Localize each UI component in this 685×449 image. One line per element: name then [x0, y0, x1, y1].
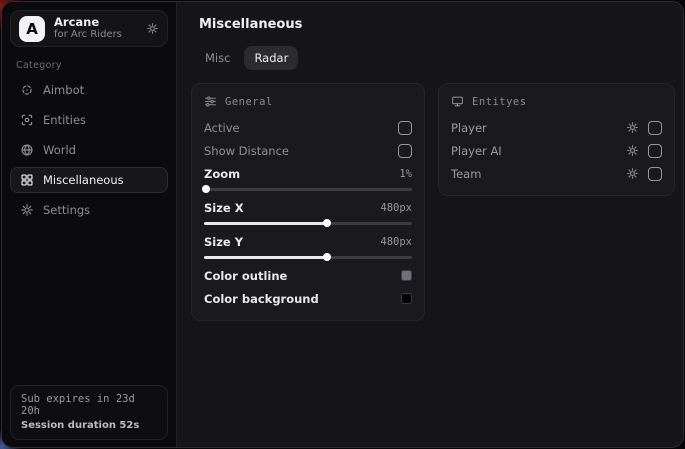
entities-panel-header: Entityes: [451, 95, 662, 108]
color-background-label: Color background: [204, 292, 401, 306]
brand-title: Arcane: [54, 16, 137, 29]
sidebar-item-label: Settings: [43, 203, 90, 217]
entity-scan-icon: [20, 113, 34, 127]
team-gear-icon[interactable]: [626, 167, 639, 180]
sidebar-item-settings[interactable]: Settings: [10, 197, 168, 223]
active-label: Active: [204, 121, 398, 135]
team-checkbox[interactable]: [648, 167, 662, 181]
zoom-slider-thumb[interactable]: [202, 185, 210, 193]
brand-card: A Arcane for Arc Riders: [10, 10, 168, 47]
color-background-swatch[interactable]: [401, 293, 412, 304]
player-checkbox[interactable]: [648, 121, 662, 135]
tab-bar: Misc Radar: [195, 46, 675, 70]
gear-icon: [20, 203, 34, 217]
size-x-slider[interactable]: [204, 218, 412, 228]
sidebar-item-world[interactable]: World: [10, 137, 168, 163]
brand-logo: A: [19, 16, 45, 42]
zoom-slider-track: [204, 188, 412, 191]
globe-icon: [20, 143, 34, 157]
sidebar-item-entities[interactable]: Entities: [10, 107, 168, 133]
color-outline-swatch[interactable]: [401, 270, 412, 281]
size-y-value: 480px: [380, 236, 412, 248]
row-color-background: Color background: [204, 288, 412, 309]
sidebar-item-aimbot[interactable]: Aimbot: [10, 77, 168, 103]
main-content: Miscellaneous Misc Radar General: [177, 2, 684, 447]
sliders-icon: [204, 95, 217, 108]
page-title: Miscellaneous: [199, 17, 675, 32]
zoom-slider[interactable]: [204, 184, 412, 194]
sidebar-item-label: Entities: [43, 113, 86, 127]
sub-expires-text: Sub expires in 23d 20h: [21, 393, 157, 417]
row-player: Player: [451, 117, 662, 138]
size-y-slider-track: [204, 256, 412, 259]
size-y-slider[interactable]: [204, 252, 412, 262]
player-ai-label: Player AI: [451, 144, 626, 158]
entities-panel: Entityes Player Player AI: [438, 83, 675, 196]
row-show-distance: Show Distance: [204, 140, 412, 161]
zoom-value: 1%: [399, 168, 412, 180]
row-team: Team: [451, 163, 662, 184]
row-size-x: Size X 480px: [204, 197, 412, 218]
general-panel-header: General: [204, 95, 412, 108]
row-active: Active: [204, 117, 412, 138]
general-panel: General Active Show Distance Zoom 1%: [191, 83, 425, 321]
row-color-outline: Color outline: [204, 265, 412, 286]
brand-subtitle: for Arc Riders: [54, 29, 137, 41]
size-y-slider-fill: [204, 256, 327, 259]
grid-icon: [20, 173, 34, 187]
size-x-value: 480px: [380, 202, 412, 214]
row-zoom: Zoom 1%: [204, 163, 412, 184]
sidebar-item-miscellaneous[interactable]: Miscellaneous: [10, 167, 168, 193]
zoom-slider-fill: [204, 188, 206, 191]
sidebar-item-label: World: [43, 143, 76, 157]
size-x-label: Size X: [204, 201, 380, 215]
monitor-icon: [451, 95, 464, 108]
brand-text: Arcane for Arc Riders: [54, 16, 137, 41]
row-size-y: Size Y 480px: [204, 231, 412, 252]
tab-radar[interactable]: Radar: [244, 46, 298, 70]
brand-settings-gear-icon[interactable]: [146, 22, 159, 35]
general-panel-title: General: [225, 96, 273, 108]
team-label: Team: [451, 167, 626, 181]
sidebar-nav: Aimbot Entities World: [10, 77, 168, 223]
player-gear-icon[interactable]: [626, 121, 639, 134]
sidebar-item-label: Miscellaneous: [43, 173, 124, 187]
show-distance-checkbox[interactable]: [398, 144, 412, 158]
category-label: Category: [16, 60, 168, 71]
active-checkbox[interactable]: [398, 121, 412, 135]
size-x-slider-fill: [204, 222, 327, 225]
zoom-label: Zoom: [204, 167, 399, 181]
sidebar-item-label: Aimbot: [43, 83, 84, 97]
panels-container: General Active Show Distance Zoom 1%: [191, 83, 675, 321]
size-x-slider-track: [204, 222, 412, 225]
size-y-label: Size Y: [204, 235, 380, 249]
size-y-slider-thumb[interactable]: [323, 253, 331, 261]
player-ai-checkbox[interactable]: [648, 144, 662, 158]
session-duration-text: Session duration 52s: [21, 420, 157, 431]
row-player-ai: Player AI: [451, 140, 662, 161]
color-outline-label: Color outline: [204, 269, 401, 283]
subscription-footer: Sub expires in 23d 20h Session duration …: [10, 385, 168, 440]
sidebar: A Arcane for Arc Riders Category: [2, 2, 177, 447]
player-ai-gear-icon[interactable]: [626, 144, 639, 157]
show-distance-label: Show Distance: [204, 144, 398, 158]
entities-panel-title: Entityes: [472, 96, 527, 108]
app-window: A Arcane for Arc Riders Category: [1, 1, 684, 448]
player-label: Player: [451, 121, 626, 135]
crosshair-icon: [20, 83, 34, 97]
tab-misc[interactable]: Misc: [195, 46, 240, 70]
size-x-slider-thumb[interactable]: [323, 219, 331, 227]
